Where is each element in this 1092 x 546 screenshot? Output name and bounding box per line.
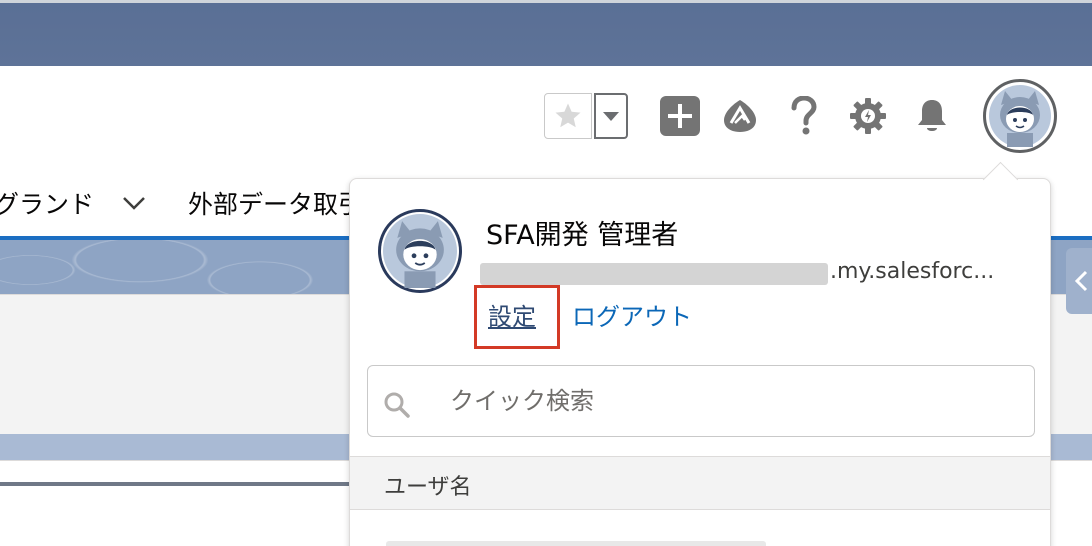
settings-link[interactable]: 設定 [488,297,536,332]
user-profile-popover: SFA開発 管理者 .my.salesforc... 設定 ログアウト ユーザ名 [349,178,1051,546]
profile-name: SFA開発 管理者 [486,220,679,251]
list-item [386,541,766,546]
user-avatar-button[interactable] [983,79,1057,153]
notifications-button[interactable] [910,94,954,138]
help-icon [791,96,817,135]
global-actions-button[interactable] [658,94,702,138]
chevron-left-icon [1074,270,1088,292]
top-band [0,0,1092,66]
setup-button[interactable] [846,94,890,138]
global-header [0,66,1092,170]
page-card-divider [0,482,350,486]
caret-down-icon [603,112,619,121]
quick-search-box[interactable] [367,365,1035,437]
nav-item-external-data[interactable]: 外部データ取引 [188,170,363,236]
nav-item-label: グランド [0,190,95,219]
profile-avatar [378,209,462,293]
nav-item-brand[interactable]: グランド [0,170,146,236]
profile-username: .my.salesforc... [480,257,1020,293]
search-icon [384,392,410,418]
plus-icon [660,96,700,136]
section-header-label: ユーザ名 [384,475,472,500]
chevron-down-icon[interactable] [122,195,146,211]
trailhead-button[interactable] [718,94,762,138]
redacted-username [480,263,828,285]
quick-search-input[interactable] [448,382,1012,420]
astro-avatar-icon [383,214,457,288]
favorites-group [544,93,628,139]
trailhead-icon [724,100,756,132]
help-button[interactable] [782,94,826,138]
logout-link[interactable]: ログアウト [572,297,692,332]
star-icon [555,103,581,128]
nav-item-label: 外部データ取引 [188,190,364,219]
username-section-header: ユーザ名 [350,456,1050,510]
astro-avatar-icon [989,85,1051,147]
profile-username-text: .my.salesforc... [830,259,995,284]
salesforce-screen: グランド 外部データ取引 SFA開発 管理者 .my.salesforc... … [0,0,1092,546]
panel-toggle-button[interactable] [1066,248,1092,314]
bell-icon [918,100,946,131]
gear-icon [850,98,886,134]
favorites-star-button[interactable] [544,93,592,139]
favorites-dropdown-button[interactable] [594,93,628,139]
